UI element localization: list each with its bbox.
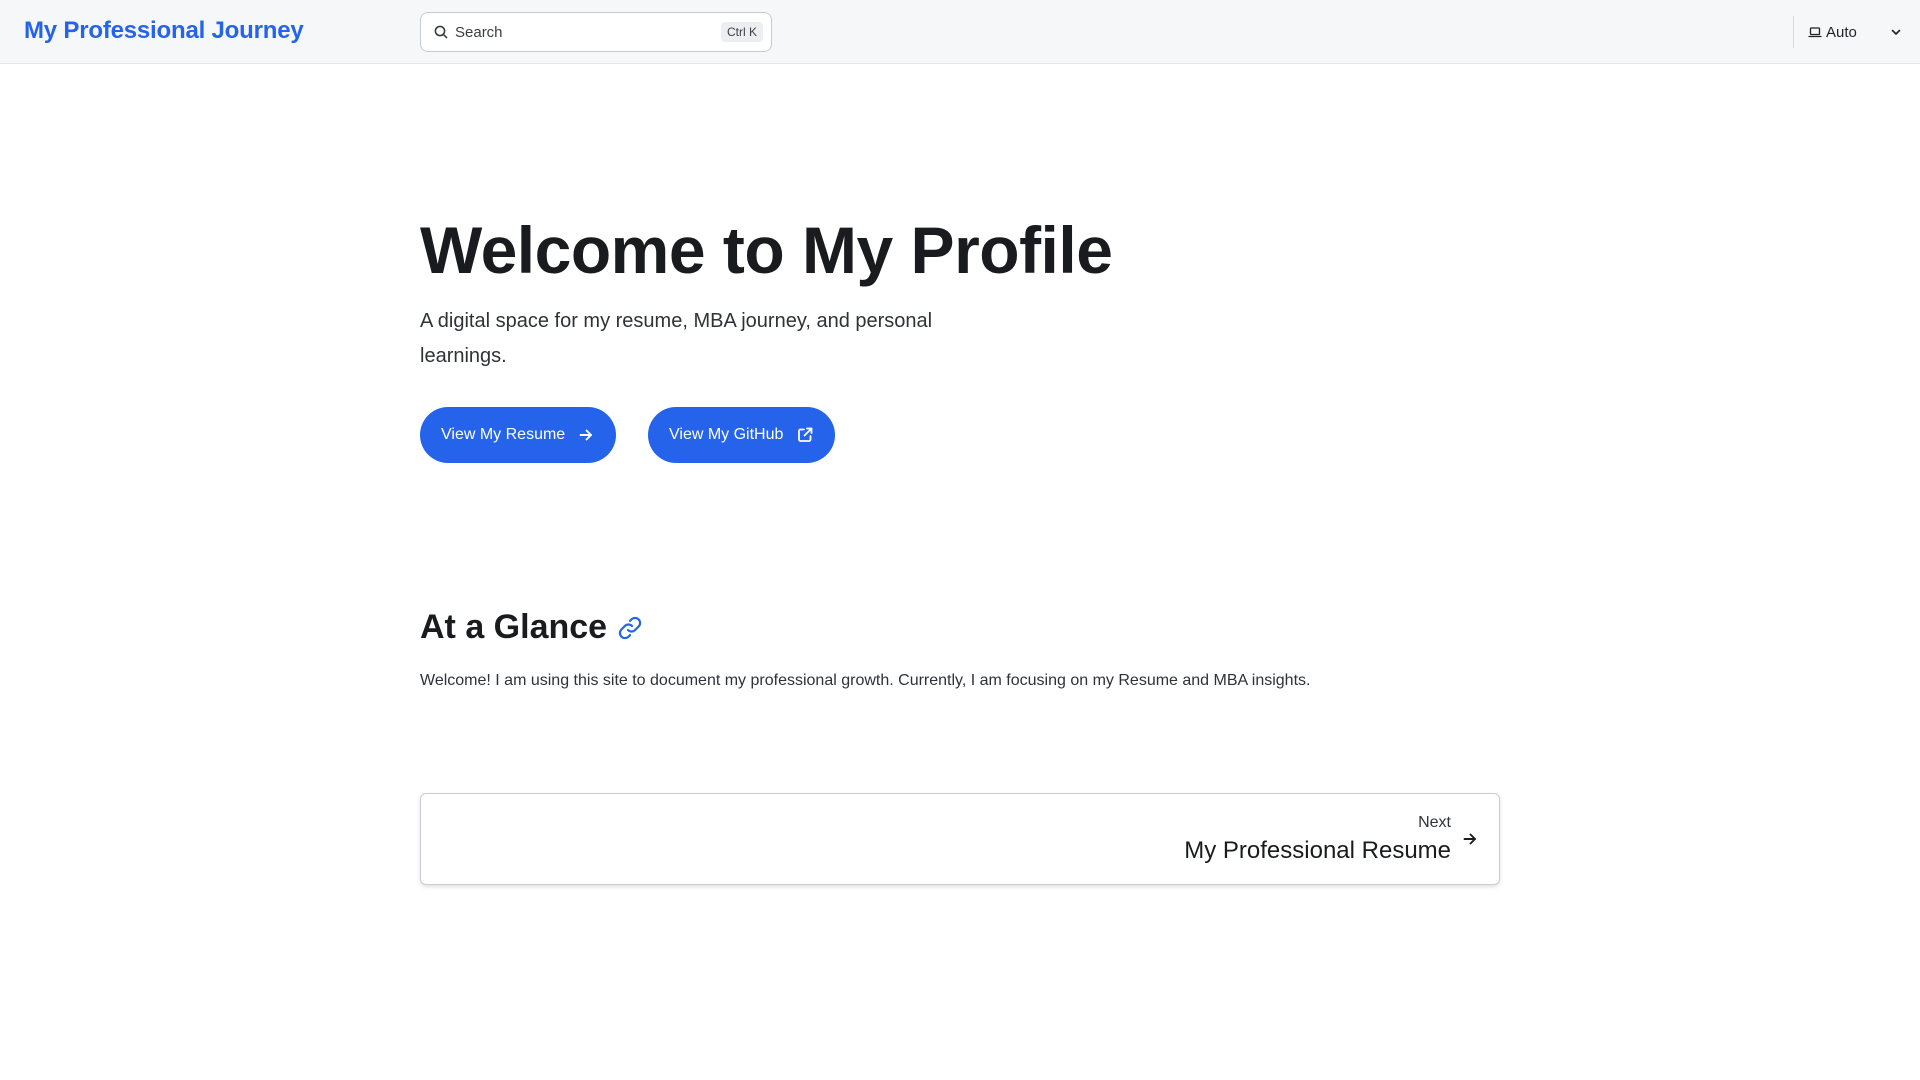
- next-page-title: My Professional Resume: [1184, 837, 1451, 864]
- next-page-label: Next: [1418, 814, 1451, 831]
- theme-select[interactable]: Auto: [1808, 18, 1903, 46]
- view-github-button-label: View My GitHub: [669, 426, 784, 443]
- header-divider: [1793, 16, 1794, 48]
- view-github-button[interactable]: View My GitHub: [648, 407, 835, 463]
- next-page-link[interactable]: Next My Professional Resume: [420, 793, 1500, 885]
- theme-select-value: Auto: [1826, 23, 1857, 41]
- top-navbar: My Professional Journey Search Ctrl K Au…: [0, 0, 1920, 64]
- link-icon[interactable]: [617, 615, 643, 641]
- laptop-icon: [1808, 25, 1822, 39]
- section-paragraph: Welcome! I am using this site to documen…: [420, 672, 1311, 689]
- search-placeholder: Search: [455, 23, 503, 41]
- arrow-right-icon: [577, 426, 595, 444]
- search-button[interactable]: Search Ctrl K: [420, 12, 772, 52]
- external-link-icon: [796, 426, 814, 444]
- search-icon: [433, 24, 449, 40]
- chevron-down-icon: [1889, 25, 1903, 39]
- view-resume-button[interactable]: View My Resume: [420, 407, 616, 463]
- section-heading-at-a-glance: At a Glance: [420, 608, 643, 647]
- search-shortcut-badge: Ctrl K: [721, 22, 763, 42]
- section-heading-text: At a Glance: [420, 608, 608, 646]
- site-title-link[interactable]: My Professional Journey: [24, 17, 304, 45]
- hero-title: Welcome to My Profile: [420, 213, 1113, 287]
- arrow-right-icon: [1461, 830, 1479, 848]
- view-resume-button-label: View My Resume: [441, 426, 566, 443]
- hero-subtitle: A digital space for my resume, MBA journ…: [420, 310, 933, 367]
